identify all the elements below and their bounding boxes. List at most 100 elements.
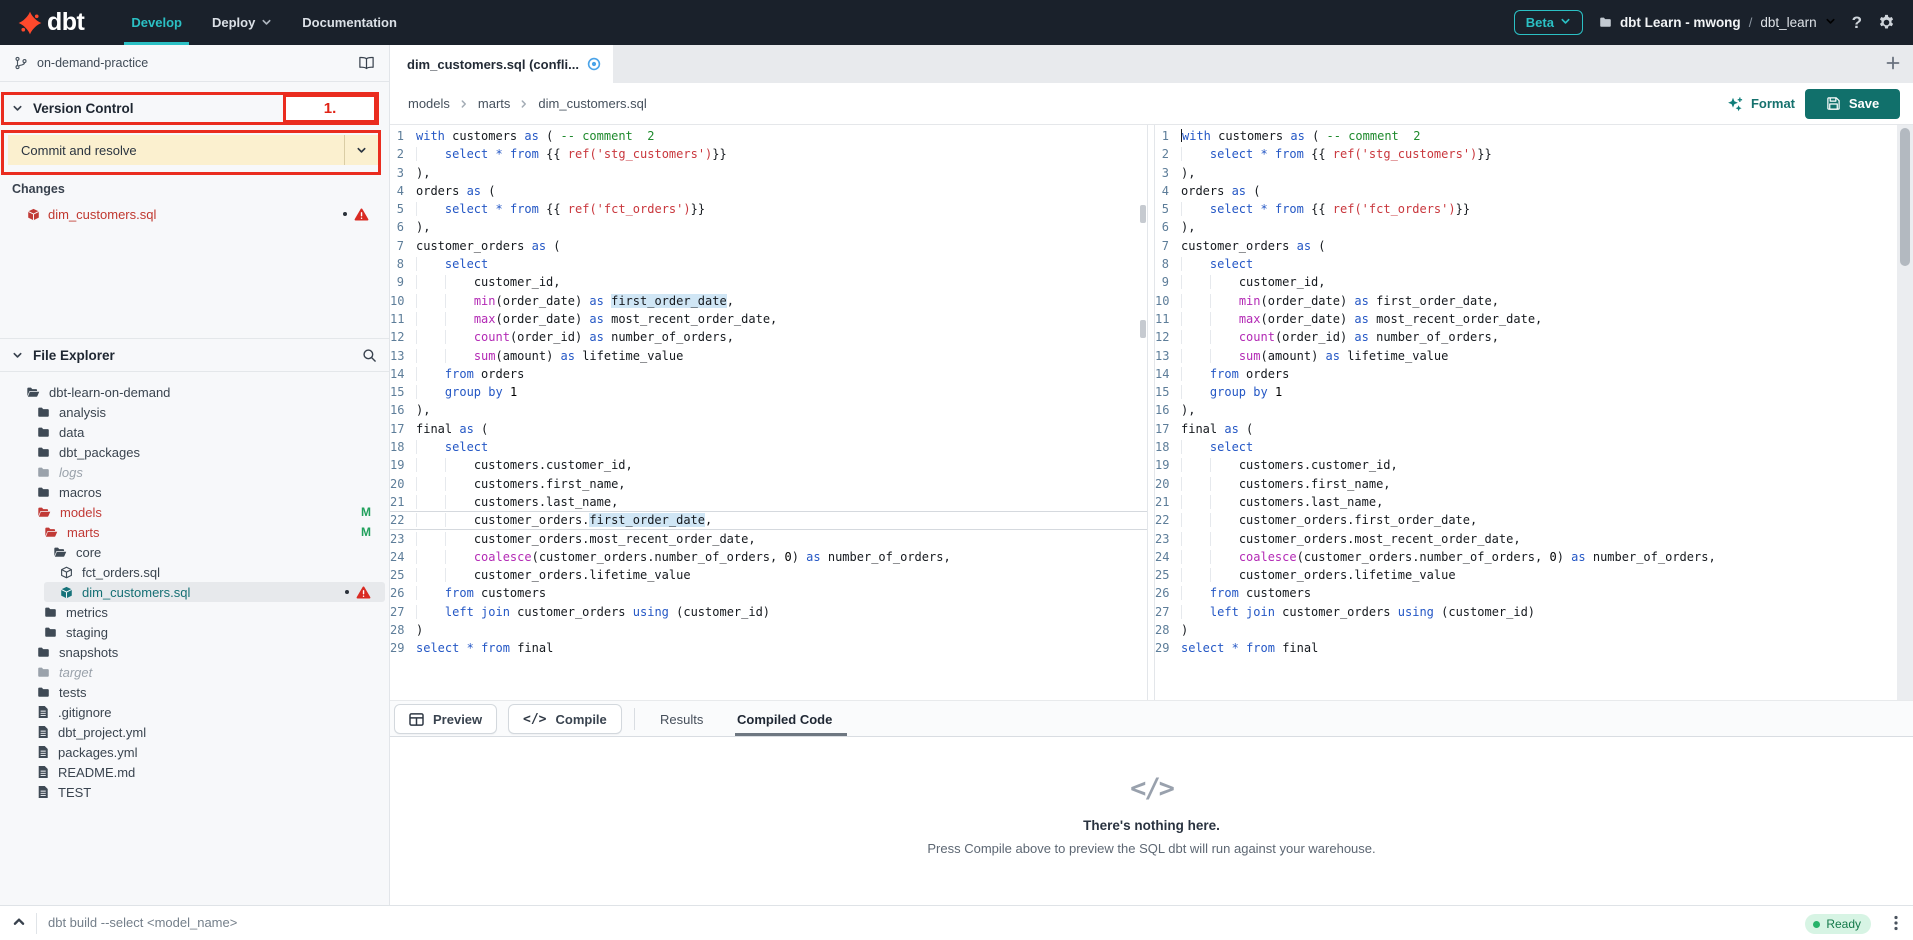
code-line-23[interactable]: 23 customer_orders.most_recent_order_dat… (390, 530, 1147, 548)
code-line-13[interactable]: 13 sum(amount) as lifetime_value (390, 347, 1147, 365)
breadcrumb-marts[interactable]: marts (478, 96, 511, 111)
branch-row[interactable]: on-demand-practice (0, 45, 389, 82)
format-button[interactable]: Format (1727, 96, 1795, 112)
code-line-16[interactable]: 16), (390, 401, 1147, 419)
code-line-8[interactable]: 8 select (1155, 255, 1897, 273)
code-line-27[interactable]: 27 left join customer_orders using (cust… (1155, 603, 1897, 621)
code-line-17[interactable]: 17final as ( (390, 420, 1147, 438)
tree-item-TEST[interactable]: TEST (0, 782, 389, 802)
code-line-6[interactable]: 6), (1155, 218, 1897, 236)
code-line-22[interactable]: 22 customer_orders.first_order_date, (390, 511, 1147, 529)
tree-item-.gitignore[interactable]: .gitignore (0, 702, 389, 722)
tree-item-dim_customers.sql[interactable]: dim_customers.sql (0, 582, 389, 602)
tree-item-metrics[interactable]: metrics (0, 602, 389, 622)
code-line-28[interactable]: 28) (1155, 621, 1897, 639)
code-line-22[interactable]: 22 customer_orders.first_order_date, (1155, 511, 1897, 529)
code-line-27[interactable]: 27 left join customer_orders using (cust… (390, 603, 1147, 621)
search-icon[interactable] (362, 348, 377, 363)
code-line-24[interactable]: 24 coalesce(customer_orders.number_of_or… (390, 548, 1147, 566)
code-line-23[interactable]: 23 customer_orders.most_recent_order_dat… (1155, 530, 1897, 548)
tree-item-dbt_packages[interactable]: dbt_packages (0, 442, 389, 462)
code-line-29[interactable]: 29select * from final (390, 639, 1147, 657)
code-line-19[interactable]: 19 customers.customer_id, (1155, 456, 1897, 474)
chevron-up-icon[interactable] (12, 915, 26, 929)
chevron-down-icon[interactable] (12, 103, 23, 114)
project-switcher[interactable]: dbt Learn - mwong / dbt_learn (1599, 14, 1836, 32)
code-line-4[interactable]: 4orders as ( (1155, 182, 1897, 200)
code-line-29[interactable]: 29select * from final (1155, 639, 1897, 657)
scrollbar-thumb[interactable] (1900, 128, 1910, 266)
code-line-20[interactable]: 20 customers.first_name, (390, 475, 1147, 493)
tab-results[interactable]: Results (660, 701, 703, 737)
code-line-3[interactable]: 3), (1155, 164, 1897, 182)
code-line-11[interactable]: 11 max(order_date) as most_recent_order_… (1155, 310, 1897, 328)
docs-book-icon[interactable] (358, 56, 375, 70)
commit-and-resolve-button[interactable]: Commit and resolve (8, 135, 344, 165)
command-input[interactable]: dbt build --select <model_name> (48, 915, 237, 930)
code-line-9[interactable]: 9 customer_id, (390, 273, 1147, 291)
settings-gear-icon[interactable] (1878, 14, 1895, 31)
nav-item-documentation[interactable]: Documentation (287, 0, 412, 45)
tree-item-core[interactable]: core (0, 542, 389, 562)
code-line-15[interactable]: 15 group by 1 (390, 383, 1147, 401)
tab-dim-customers[interactable]: dim_customers.sql (confli... (390, 45, 613, 83)
nav-item-deploy[interactable]: Deploy (197, 0, 287, 45)
tree-item-dbt_project.yml[interactable]: dbt_project.yml (0, 722, 389, 742)
tree-item-data[interactable]: data (0, 422, 389, 442)
code-line-12[interactable]: 12 count(order_id) as number_of_orders, (390, 328, 1147, 346)
tree-item-dbt-learn-on-demand[interactable]: dbt-learn-on-demand (0, 382, 389, 402)
code-line-5[interactable]: 5 select * from {{ ref('fct_orders')}} (390, 200, 1147, 218)
tree-item-models[interactable]: modelsM (0, 502, 389, 522)
save-button[interactable]: Save (1805, 89, 1900, 119)
tree-item-logs[interactable]: logs (0, 462, 389, 482)
editor-pane-right[interactable]: 1with customers as ( -- comment 22 selec… (1154, 125, 1897, 700)
tree-item-snapshots[interactable]: snapshots (0, 642, 389, 662)
code-line-17[interactable]: 17final as ( (1155, 420, 1897, 438)
tree-item-marts[interactable]: martsM (0, 522, 389, 542)
code-line-18[interactable]: 18 select (1155, 438, 1897, 456)
tree-item-target[interactable]: target (0, 662, 389, 682)
code-line-25[interactable]: 25 customer_orders.lifetime_value (1155, 566, 1897, 584)
code-line-5[interactable]: 5 select * from {{ ref('fct_orders')}} (1155, 200, 1897, 218)
code-line-13[interactable]: 13 sum(amount) as lifetime_value (1155, 347, 1897, 365)
editor-pane-left[interactable]: 1with customers as ( -- comment 22 selec… (390, 125, 1148, 700)
commit-dropdown-button[interactable] (344, 135, 378, 165)
file-explorer-header[interactable]: File Explorer (0, 339, 389, 372)
compile-button[interactable]: </> Compile (508, 704, 622, 734)
nav-item-develop[interactable]: Develop (116, 0, 197, 45)
code-line-2[interactable]: 2 select * from {{ ref('stg_customers')}… (390, 145, 1147, 163)
code-line-10[interactable]: 10 min(order_date) as first_order_date, (390, 292, 1147, 310)
code-line-10[interactable]: 10 min(order_date) as first_order_date, (1155, 292, 1897, 310)
code-line-2[interactable]: 2 select * from {{ ref('stg_customers')}… (1155, 145, 1897, 163)
help-button[interactable]: ? (1852, 13, 1862, 33)
beta-button[interactable]: Beta (1514, 10, 1583, 35)
code-line-9[interactable]: 9 customer_id, (1155, 273, 1897, 291)
changed-file-row[interactable]: dim_customers.sql (0, 203, 389, 225)
code-line-18[interactable]: 18 select (390, 438, 1147, 456)
code-line-3[interactable]: 3), (390, 164, 1147, 182)
tree-item-analysis[interactable]: analysis (0, 402, 389, 422)
tree-item-macros[interactable]: macros (0, 482, 389, 502)
code-line-21[interactable]: 21 customers.last_name, (390, 493, 1147, 511)
chevron-down-icon[interactable] (12, 350, 23, 361)
preview-button[interactable]: Preview (394, 704, 497, 734)
code-line-8[interactable]: 8 select (390, 255, 1147, 273)
code-line-19[interactable]: 19 customers.customer_id, (390, 456, 1147, 474)
code-line-14[interactable]: 14 from orders (390, 365, 1147, 383)
code-line-1[interactable]: 1with customers as ( -- comment 2 (390, 127, 1147, 145)
code-line-7[interactable]: 7customer_orders as ( (1155, 237, 1897, 255)
code-line-16[interactable]: 16), (1155, 401, 1897, 419)
code-line-11[interactable]: 11 max(order_date) as most_recent_order_… (390, 310, 1147, 328)
new-tab-plus-icon[interactable] (1885, 55, 1901, 71)
kebab-menu-icon[interactable] (1889, 914, 1903, 932)
breadcrumb-file[interactable]: dim_customers.sql (538, 96, 646, 111)
tree-item-fct_orders.sql[interactable]: fct_orders.sql (0, 562, 389, 582)
code-line-6[interactable]: 6), (390, 218, 1147, 236)
code-line-24[interactable]: 24 coalesce(customer_orders.number_of_or… (1155, 548, 1897, 566)
code-line-7[interactable]: 7customer_orders as ( (390, 237, 1147, 255)
code-line-15[interactable]: 15 group by 1 (1155, 383, 1897, 401)
scrollbar-track[interactable] (1897, 125, 1913, 700)
code-line-26[interactable]: 26 from customers (1155, 584, 1897, 602)
tree-item-staging[interactable]: staging (0, 622, 389, 642)
tree-item-README.md[interactable]: README.md (0, 762, 389, 782)
